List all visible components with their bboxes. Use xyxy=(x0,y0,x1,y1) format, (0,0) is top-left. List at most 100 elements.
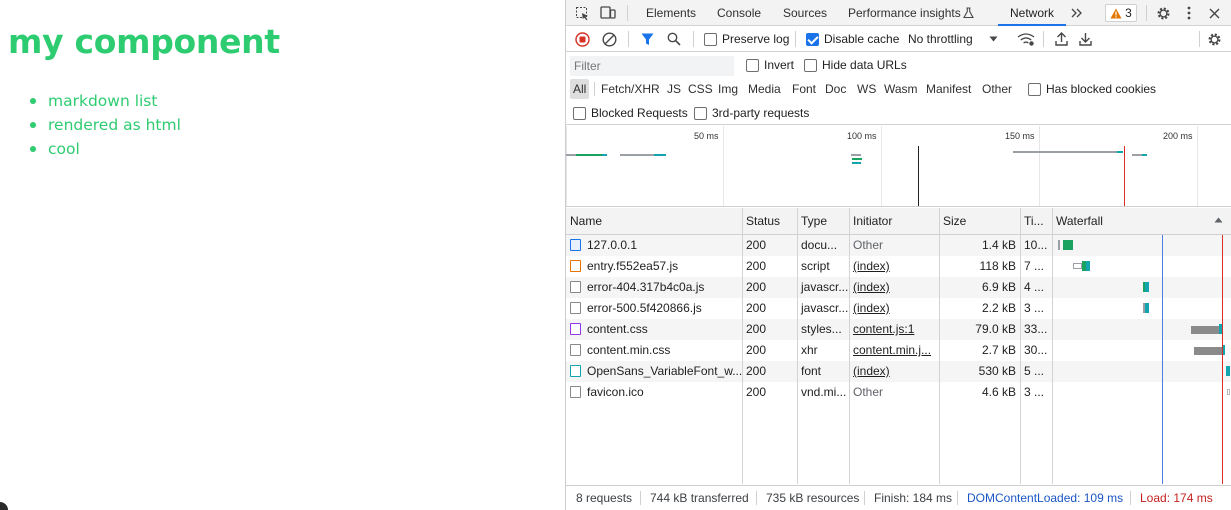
type-font[interactable]: Font xyxy=(789,79,819,99)
cell-name: content.css xyxy=(566,319,742,340)
cell-time: 5 ... xyxy=(1024,364,1045,378)
type-js[interactable]: JS xyxy=(664,79,684,99)
column-header-initiator[interactable]: Initiator xyxy=(849,208,892,235)
filter-input[interactable] xyxy=(570,56,734,76)
tab-console[interactable]: Console xyxy=(717,0,761,26)
disable-cache-checkbox[interactable]: Disable cache xyxy=(806,26,899,52)
warnings-badge[interactable]: 3 xyxy=(1105,4,1137,22)
search-icon[interactable] xyxy=(665,26,683,52)
close-icon[interactable] xyxy=(1206,4,1222,22)
divider xyxy=(864,491,865,505)
column-divider[interactable] xyxy=(1020,208,1021,484)
tab-performance-insights[interactable]: Performance insights xyxy=(848,0,961,26)
timeline-bar xyxy=(1013,151,1117,153)
cell-size: 6.9 kB xyxy=(981,280,1016,294)
checkbox-box[interactable] xyxy=(804,58,817,72)
export-har-download-icon[interactable] xyxy=(1076,26,1094,52)
cell-initiator[interactable]: (index) xyxy=(849,277,939,298)
cell-initiator[interactable]: (index) xyxy=(849,256,939,277)
preserve-log-checkbox[interactable]: Preserve log xyxy=(704,26,789,52)
column-header-size[interactable]: Size xyxy=(939,208,966,235)
cell-name: content.min.css xyxy=(566,340,742,361)
type-manifest[interactable]: Manifest xyxy=(923,79,974,99)
tab-elements[interactable]: Elements xyxy=(646,0,696,26)
timeline-bar xyxy=(852,162,861,164)
divider xyxy=(693,31,694,47)
column-divider[interactable] xyxy=(742,208,743,484)
type-doc[interactable]: Doc xyxy=(822,79,849,99)
load-line xyxy=(1222,235,1223,484)
column-header-status[interactable]: Status xyxy=(742,208,780,235)
blocked-requests-checkbox[interactable]: Blocked Requests xyxy=(573,101,688,125)
type-img[interactable]: Img xyxy=(715,79,741,99)
table-row[interactable]: favicon.ico 200 vnd.mi... Other 4.6 kB 3… xyxy=(566,382,1231,403)
settings-gear-icon[interactable] xyxy=(1154,4,1172,22)
cell-initiator[interactable]: (index) xyxy=(849,298,939,319)
table-row[interactable]: content.css 200 styles... content.js:1 7… xyxy=(566,319,1231,340)
checkbox-box[interactable] xyxy=(694,106,707,120)
waterfall-bar xyxy=(1191,326,1219,334)
type-media[interactable]: Media xyxy=(745,79,784,99)
network-conditions-wifi-icon[interactable] xyxy=(1016,26,1036,52)
clear-icon[interactable] xyxy=(600,26,618,52)
requests-count: 8 requests xyxy=(576,491,633,505)
warnings-count: 3 xyxy=(1125,6,1132,20)
hide-data-urls-checkbox[interactable]: Hide data URLs xyxy=(804,53,907,77)
device-toolbar-icon[interactable] xyxy=(599,4,617,22)
import-har-upload-icon[interactable] xyxy=(1052,26,1070,52)
cell-initiator[interactable]: (index) xyxy=(849,361,939,382)
overview-timeline[interactable]: 50 ms 100 ms 150 ms 200 ms xyxy=(566,126,1231,207)
checkbox-box[interactable] xyxy=(806,32,819,46)
column-header-waterfall[interactable]: Waterfall xyxy=(1052,208,1103,235)
file-icon xyxy=(570,386,581,398)
throttling-select[interactable]: No throttling xyxy=(908,26,1008,52)
checkbox-box[interactable] xyxy=(1028,82,1041,96)
invert-checkbox[interactable]: Invert xyxy=(746,53,794,77)
column-divider[interactable] xyxy=(849,208,850,484)
cell-name: entry.f552ea57.js xyxy=(566,256,742,277)
cell-type: vnd.mi... xyxy=(801,385,847,399)
tab-network[interactable]: Network xyxy=(1010,0,1054,26)
table-row[interactable]: OpenSans_VariableFont_w... 200 font (ind… xyxy=(566,361,1231,382)
column-header-time[interactable]: Ti... xyxy=(1020,208,1044,235)
cell-type: xhr xyxy=(801,343,818,357)
type-all[interactable]: All xyxy=(570,79,590,99)
sort-ascending-icon[interactable] xyxy=(1214,217,1223,223)
table-row[interactable]: content.min.css 200 xhr content.min.j...… xyxy=(566,340,1231,361)
type-other[interactable]: Other xyxy=(979,79,1015,99)
chevron-double-right-icon[interactable] xyxy=(1069,4,1085,22)
third-party-label: 3rd-party requests xyxy=(712,106,810,120)
type-wasm[interactable]: Wasm xyxy=(881,79,921,99)
third-party-requests-checkbox[interactable]: 3rd-party requests xyxy=(694,101,809,125)
table-row[interactable]: error-404.317b4c0a.js 200 javascr... (in… xyxy=(566,277,1231,298)
transferred-size: 744 kB transferred xyxy=(650,491,749,505)
cell-initiator[interactable]: content.min.j... xyxy=(849,340,939,361)
table-row[interactable]: entry.f552ea57.js 200 script (index) 118… xyxy=(566,256,1231,277)
stop-recording-icon[interactable] xyxy=(573,26,591,52)
table-row[interactable]: error-500.5f420866.js 200 javascr... (in… xyxy=(566,298,1231,319)
type-ws[interactable]: WS xyxy=(854,79,879,99)
tab-sources[interactable]: Sources xyxy=(783,0,827,26)
column-divider[interactable] xyxy=(797,208,798,484)
column-header-name[interactable]: Name xyxy=(566,208,602,235)
column-header-type[interactable]: Type xyxy=(797,208,827,235)
filter-funnel-icon[interactable] xyxy=(638,26,656,52)
checkbox-box[interactable] xyxy=(573,106,586,120)
timeline-tick-label: 50 ms xyxy=(694,131,719,141)
type-fetch-xhr[interactable]: Fetch/XHR xyxy=(598,79,663,99)
timeline-tick-label: 100 ms xyxy=(847,131,877,141)
inspect-element-icon[interactable] xyxy=(573,4,591,22)
filter-bar: Invert Hide data URLs xyxy=(566,53,1231,77)
hide-data-urls-label: Hide data URLs xyxy=(822,58,907,72)
column-divider[interactable] xyxy=(1052,208,1053,484)
cell-initiator[interactable]: content.js:1 xyxy=(849,319,939,340)
checkbox-box[interactable] xyxy=(746,58,759,72)
checkbox-box[interactable] xyxy=(704,32,717,46)
column-divider[interactable] xyxy=(939,208,940,484)
type-css[interactable]: CSS xyxy=(685,79,716,99)
table-row[interactable]: 127.0.0.1 200 docu... Other 1.4 kB 10... xyxy=(566,235,1231,256)
throttling-value: No throttling xyxy=(908,32,973,46)
kebab-menu-icon[interactable] xyxy=(1181,4,1197,22)
network-settings-gear-icon[interactable] xyxy=(1205,26,1223,52)
has-blocked-cookies-checkbox[interactable]: Has blocked cookies xyxy=(1028,77,1156,101)
